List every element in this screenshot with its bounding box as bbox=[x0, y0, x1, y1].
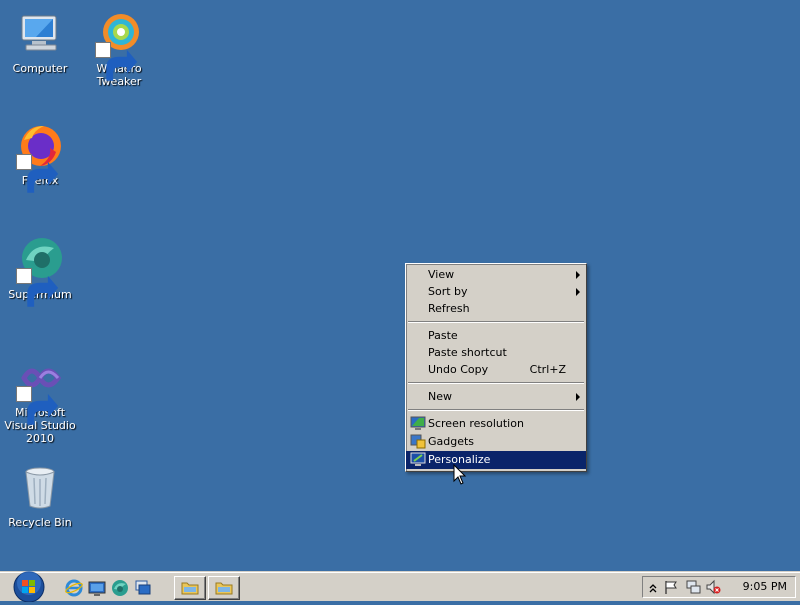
menu-separator bbox=[408, 382, 584, 384]
menu-item-personalize[interactable]: Personalize bbox=[406, 451, 586, 469]
shortcut-arrow-icon bbox=[95, 42, 138, 81]
taskbar: 9:05 PM bbox=[0, 570, 800, 603]
clock[interactable]: 9:05 PM bbox=[743, 580, 787, 593]
desktop-icon-computer[interactable]: Computer bbox=[0, 10, 80, 75]
visual-studio-icon bbox=[16, 354, 64, 425]
desktop-icon-winaero-tweaker[interactable]: Winaero Tweaker bbox=[79, 10, 159, 88]
gadgets-icon bbox=[410, 434, 426, 449]
show-desktop-icon[interactable] bbox=[88, 579, 106, 597]
menu-item-label: Paste bbox=[428, 329, 458, 342]
mouse-cursor-icon bbox=[453, 463, 467, 486]
desktop-icon-label: Computer bbox=[12, 62, 68, 75]
notification-area: 9:05 PM bbox=[642, 576, 796, 598]
desktop-icon-supermium[interactable]: Supermium bbox=[0, 236, 80, 307]
taskbar-button-folder[interactable] bbox=[174, 576, 206, 600]
menu-item-refresh[interactable]: Refresh bbox=[406, 300, 586, 317]
desktop-icon-firefox[interactable]: Firefox bbox=[0, 122, 80, 193]
submenu-arrow-icon bbox=[576, 288, 580, 296]
start-button[interactable] bbox=[6, 570, 52, 603]
menu-item-paste[interactable]: Paste bbox=[406, 327, 586, 344]
menu-item-label: Paste shortcut bbox=[428, 346, 507, 359]
desktop-icon-label: Recycle Bin bbox=[8, 516, 72, 529]
computer-icon bbox=[16, 10, 64, 58]
menu-separator bbox=[408, 321, 584, 323]
action-center-flag-icon[interactable] bbox=[663, 579, 679, 595]
menu-item-paste-shortcut[interactable]: Paste shortcut bbox=[406, 344, 586, 361]
folder-icon bbox=[181, 582, 199, 595]
personalize-icon bbox=[410, 452, 426, 467]
submenu-arrow-icon bbox=[576, 393, 580, 401]
desktop-icon-visual-studio[interactable]: Microsoft Visual Studio 2010 bbox=[0, 354, 80, 445]
desktop-context-menu: View Sort by Refresh Paste Paste shortcu… bbox=[405, 263, 587, 472]
volume-muted-icon[interactable] bbox=[705, 579, 721, 595]
firefox-icon bbox=[16, 122, 64, 193]
internet-explorer-icon[interactable] bbox=[65, 579, 83, 597]
menu-item-view[interactable]: View bbox=[406, 266, 586, 283]
menu-item-undo-copy[interactable]: Undo Copy Ctrl+Z bbox=[406, 361, 586, 378]
menu-item-label: Refresh bbox=[428, 302, 470, 315]
supermium-icon[interactable] bbox=[111, 579, 129, 597]
window-switcher-icon[interactable] bbox=[134, 579, 152, 597]
winaero-tweaker-icon bbox=[95, 10, 143, 81]
keyboard-shortcut-label: Ctrl+Z bbox=[529, 363, 566, 376]
shortcut-arrow-icon bbox=[16, 386, 59, 425]
submenu-arrow-icon bbox=[576, 271, 580, 279]
folder-icon bbox=[215, 582, 233, 595]
screen-resolution-icon bbox=[410, 416, 426, 431]
shortcut-arrow-icon bbox=[16, 268, 59, 307]
menu-separator bbox=[408, 409, 584, 411]
menu-item-new[interactable]: New bbox=[406, 388, 586, 405]
menu-item-label: Undo Copy bbox=[428, 363, 489, 376]
network-icon[interactable] bbox=[685, 579, 701, 595]
menu-item-label: Gadgets bbox=[428, 435, 475, 448]
menu-item-screen-resolution[interactable]: Screen resolution bbox=[406, 415, 586, 433]
menu-item-label: Sort by bbox=[428, 285, 468, 298]
menu-item-sort-by[interactable]: Sort by bbox=[406, 283, 586, 300]
menu-item-gadgets[interactable]: Gadgets bbox=[406, 433, 586, 451]
desktop-icon-recycle-bin[interactable]: Recycle Bin bbox=[0, 464, 80, 529]
show-hidden-icons-chevron-icon[interactable] bbox=[645, 579, 661, 595]
taskbar-button-folder[interactable] bbox=[208, 576, 240, 600]
recycle-bin-icon bbox=[16, 464, 64, 512]
shortcut-arrow-icon bbox=[16, 154, 59, 193]
menu-item-label: View bbox=[428, 268, 455, 281]
supermium-icon bbox=[16, 236, 64, 307]
menu-item-label: New bbox=[428, 390, 452, 403]
menu-item-label: Screen resolution bbox=[428, 417, 524, 430]
